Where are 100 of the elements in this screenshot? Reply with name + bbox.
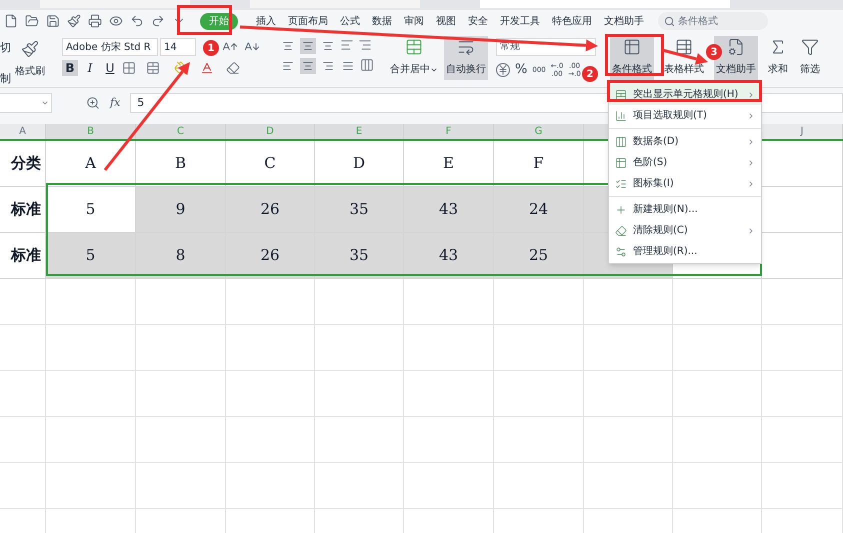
table-cell: 35 xyxy=(315,233,404,279)
ribbon-button[interactable]: 条件格式 xyxy=(610,36,654,80)
rule-icon xyxy=(615,156,627,168)
brush-icon[interactable] xyxy=(67,14,81,28)
table-cell: 标准 xyxy=(0,233,46,279)
undo-icon[interactable] xyxy=(130,14,144,28)
lines-icon xyxy=(322,40,334,52)
menu-tab[interactable]: 审阅 xyxy=(404,14,424,28)
font-style-button[interactable]: I xyxy=(82,60,98,76)
font-style-button[interactable]: U xyxy=(102,60,118,76)
menu-tab[interactable]: 特色应用 xyxy=(552,14,592,28)
table-cell: B xyxy=(136,141,226,187)
distribute-icon[interactable] xyxy=(360,58,374,72)
document-gear-icon xyxy=(727,38,745,56)
table-cell: D xyxy=(315,141,404,187)
merge-center-button[interactable]: 合并居中 xyxy=(390,38,438,77)
redo-icon[interactable] xyxy=(151,14,165,28)
format-painter-button[interactable]: 格式刷 xyxy=(15,40,45,79)
menu-tab[interactable]: 插入 xyxy=(256,14,276,28)
rule-icon xyxy=(615,178,627,190)
menu-tab[interactable]: 页面布局 xyxy=(288,14,328,28)
zoom-icon[interactable] xyxy=(86,96,100,110)
lines-icon xyxy=(302,60,314,72)
font-name-field[interactable]: Adobe 仿宋 Std R xyxy=(62,38,158,56)
menu-item[interactable]: 清除规则(C) xyxy=(609,220,761,241)
menu-item[interactable]: 管理规则(R)... xyxy=(609,241,761,262)
font-color-icon[interactable] xyxy=(200,61,214,75)
lines-icon xyxy=(282,60,294,72)
funnel-icon xyxy=(801,38,819,56)
menu-item[interactable]: 色阶(S) xyxy=(609,152,761,173)
table-cell: C xyxy=(226,141,315,187)
search-field[interactable]: 条件格式 xyxy=(658,12,768,30)
menu-tab[interactable]: 安全 xyxy=(468,14,488,28)
table-cell: A xyxy=(46,141,136,187)
table-cell: 26 xyxy=(226,187,315,233)
table-cell: 5 xyxy=(46,233,136,279)
table-cell xyxy=(0,417,46,463)
document-tab[interactable] xyxy=(40,0,190,8)
table-cell: F xyxy=(494,141,584,187)
lines-icon xyxy=(302,40,314,52)
vertical-align-button[interactable] xyxy=(300,38,316,54)
brush-icon xyxy=(21,40,39,58)
function-button[interactable]: fx xyxy=(110,94,120,112)
table-cell: 35 xyxy=(315,187,404,233)
printer-icon[interactable] xyxy=(88,14,102,28)
font-size-field[interactable]: 14 xyxy=(160,38,196,56)
rule-icon xyxy=(615,110,627,122)
caret-icon xyxy=(41,99,49,107)
rule-icon xyxy=(615,204,627,216)
border-icon[interactable] xyxy=(122,61,136,75)
outdent-icon[interactable] xyxy=(358,38,372,52)
column-header: C xyxy=(136,124,226,139)
table-icon xyxy=(623,38,641,56)
save-icon[interactable] xyxy=(46,14,60,28)
currency-icon[interactable] xyxy=(496,62,510,77)
menu-item[interactable]: 图标集(I) xyxy=(609,173,761,194)
table-cell: 43 xyxy=(404,233,494,279)
menu-tab[interactable]: 文档助手 xyxy=(604,14,644,28)
table-cell xyxy=(0,463,46,509)
wrap-text-button[interactable]: 自动换行 xyxy=(444,36,488,80)
rule-icon xyxy=(615,224,627,236)
folder-icon[interactable] xyxy=(25,14,39,28)
column-header: D xyxy=(226,124,315,139)
lines-icon xyxy=(322,60,334,72)
ribbon-button[interactable]: 求和 xyxy=(766,36,790,80)
copy-label[interactable]: 制 xyxy=(0,70,11,87)
menu-item[interactable]: 新建规则(N)... xyxy=(609,199,761,220)
menu-item[interactable]: 数据条(D) xyxy=(609,131,761,152)
table-cell: 25 xyxy=(494,233,584,279)
highlight-frame xyxy=(177,5,232,35)
table-cell: 9 xyxy=(136,187,226,233)
column-header: E xyxy=(315,124,404,139)
table-cell: 5 xyxy=(46,187,136,233)
column-header: G xyxy=(494,124,584,139)
indent-icon[interactable] xyxy=(340,38,354,52)
horizontal-align-button[interactable] xyxy=(300,58,316,74)
number-button[interactable]: % xyxy=(515,60,528,80)
column-header: B xyxy=(46,124,136,139)
ribbon-button[interactable]: 筛选 xyxy=(798,36,822,80)
lines-icon xyxy=(342,60,354,72)
menu-tab[interactable]: 数据 xyxy=(372,14,392,28)
menu-tab[interactable]: 开发工具 xyxy=(500,14,540,28)
table-cell: 24 xyxy=(494,187,584,233)
table-cell xyxy=(0,371,46,417)
table-cell xyxy=(0,325,46,371)
ribbon-button[interactable]: 表格样式 xyxy=(662,36,706,80)
menu-tab[interactable]: 公式 xyxy=(340,14,360,28)
new-file-icon[interactable] xyxy=(4,14,18,28)
table-cell: 26 xyxy=(226,233,315,279)
merge-icon xyxy=(405,38,423,56)
search-icon xyxy=(664,16,675,26)
eraser-icon[interactable] xyxy=(226,61,240,75)
font-style-button[interactable]: B xyxy=(62,60,78,76)
table-cell: 分类 xyxy=(0,141,46,187)
merge-icon[interactable] xyxy=(146,61,160,75)
rule-icon xyxy=(615,246,627,258)
cut-label[interactable]: 切 xyxy=(0,40,11,56)
highlight-frame xyxy=(605,34,664,76)
menu-tab[interactable]: 视图 xyxy=(436,14,456,28)
preview-icon[interactable] xyxy=(109,14,123,28)
